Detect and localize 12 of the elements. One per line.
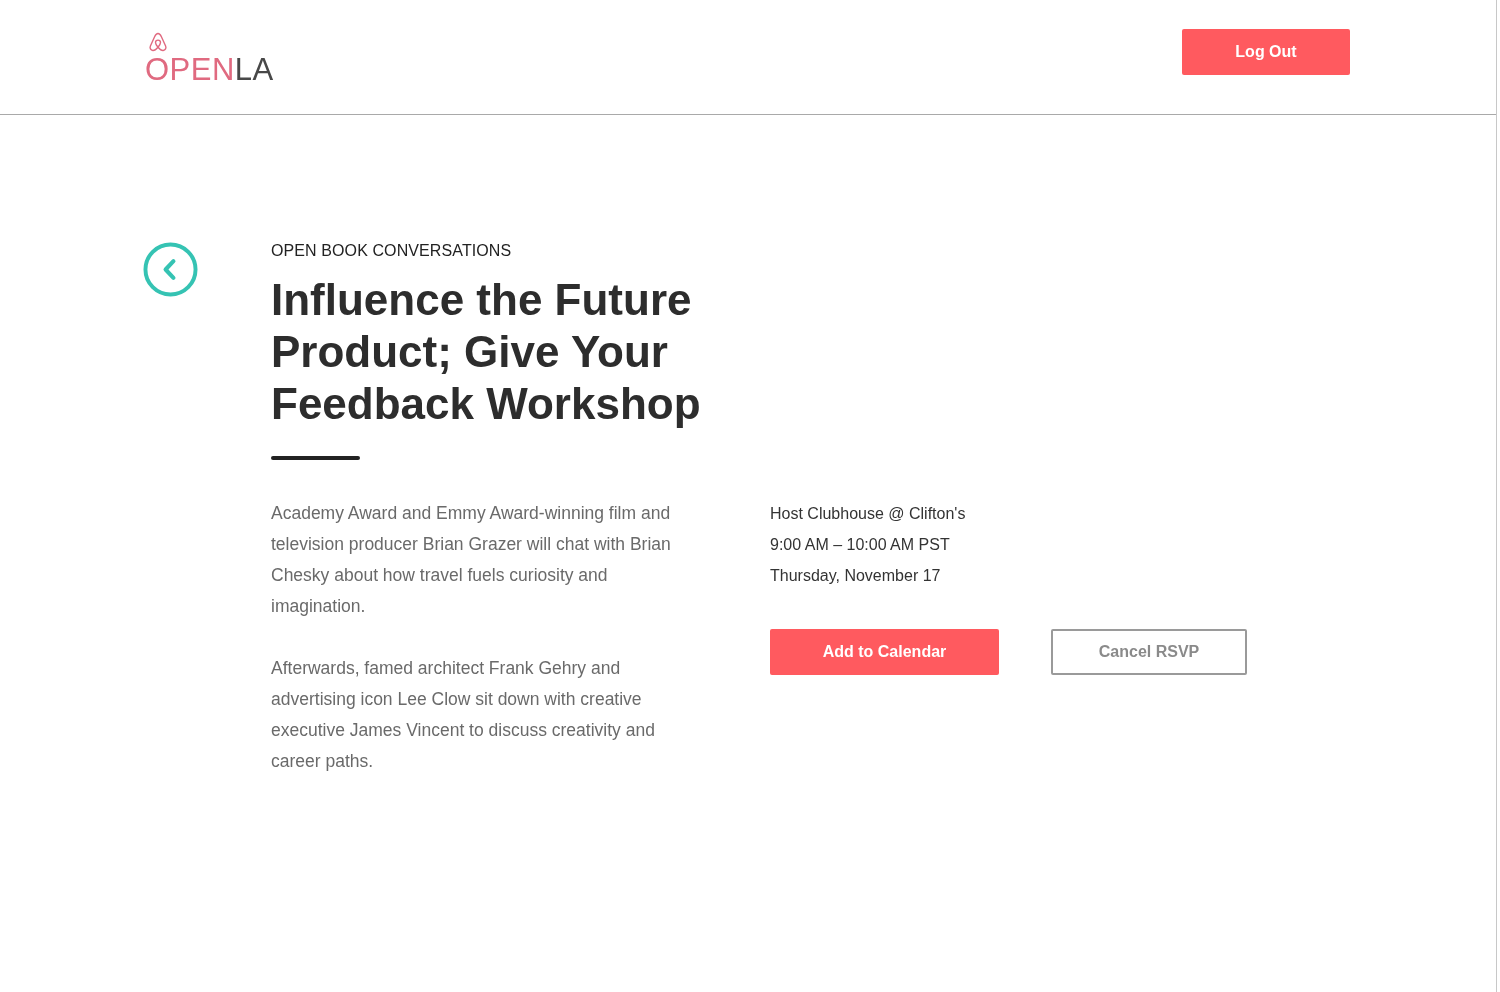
- event-detail: 9:00 AM – 10:00 AM PST: [770, 535, 951, 555]
- event-description: Academy Award and Emmy Award-winning film and television producer Brian Grazer will chat with Brian Chesky about how travel fuels curiosity and imagination.: [271, 502, 672, 618]
- event-detail: Host Clubhouse @ Clifton's: [770, 504, 967, 524]
- event-title: Influence the Future Product; Give Your Feedback Workshop: [271, 274, 702, 430]
- back-icon[interactable]: [143, 242, 198, 297]
- event-detail: Thursday, November 17: [770, 566, 942, 586]
- log-out-button[interactable]: Log Out: [1182, 29, 1350, 75]
- add-to-calendar-button[interactable]: Add to Calendar: [770, 629, 999, 675]
- event-description: Afterwards, famed architect Frank Gehry and advertising icon Lee Clow sit down with creative executive James Vincent to discuss creativity and career paths.: [271, 657, 656, 773]
- cancel-rsvp-button[interactable]: Cancel RSVP: [1051, 629, 1247, 675]
- event-category: OPEN BOOK CONVERSATIONS: [271, 242, 513, 260]
- logo-wordmark: OPENLA: [145, 55, 274, 85]
